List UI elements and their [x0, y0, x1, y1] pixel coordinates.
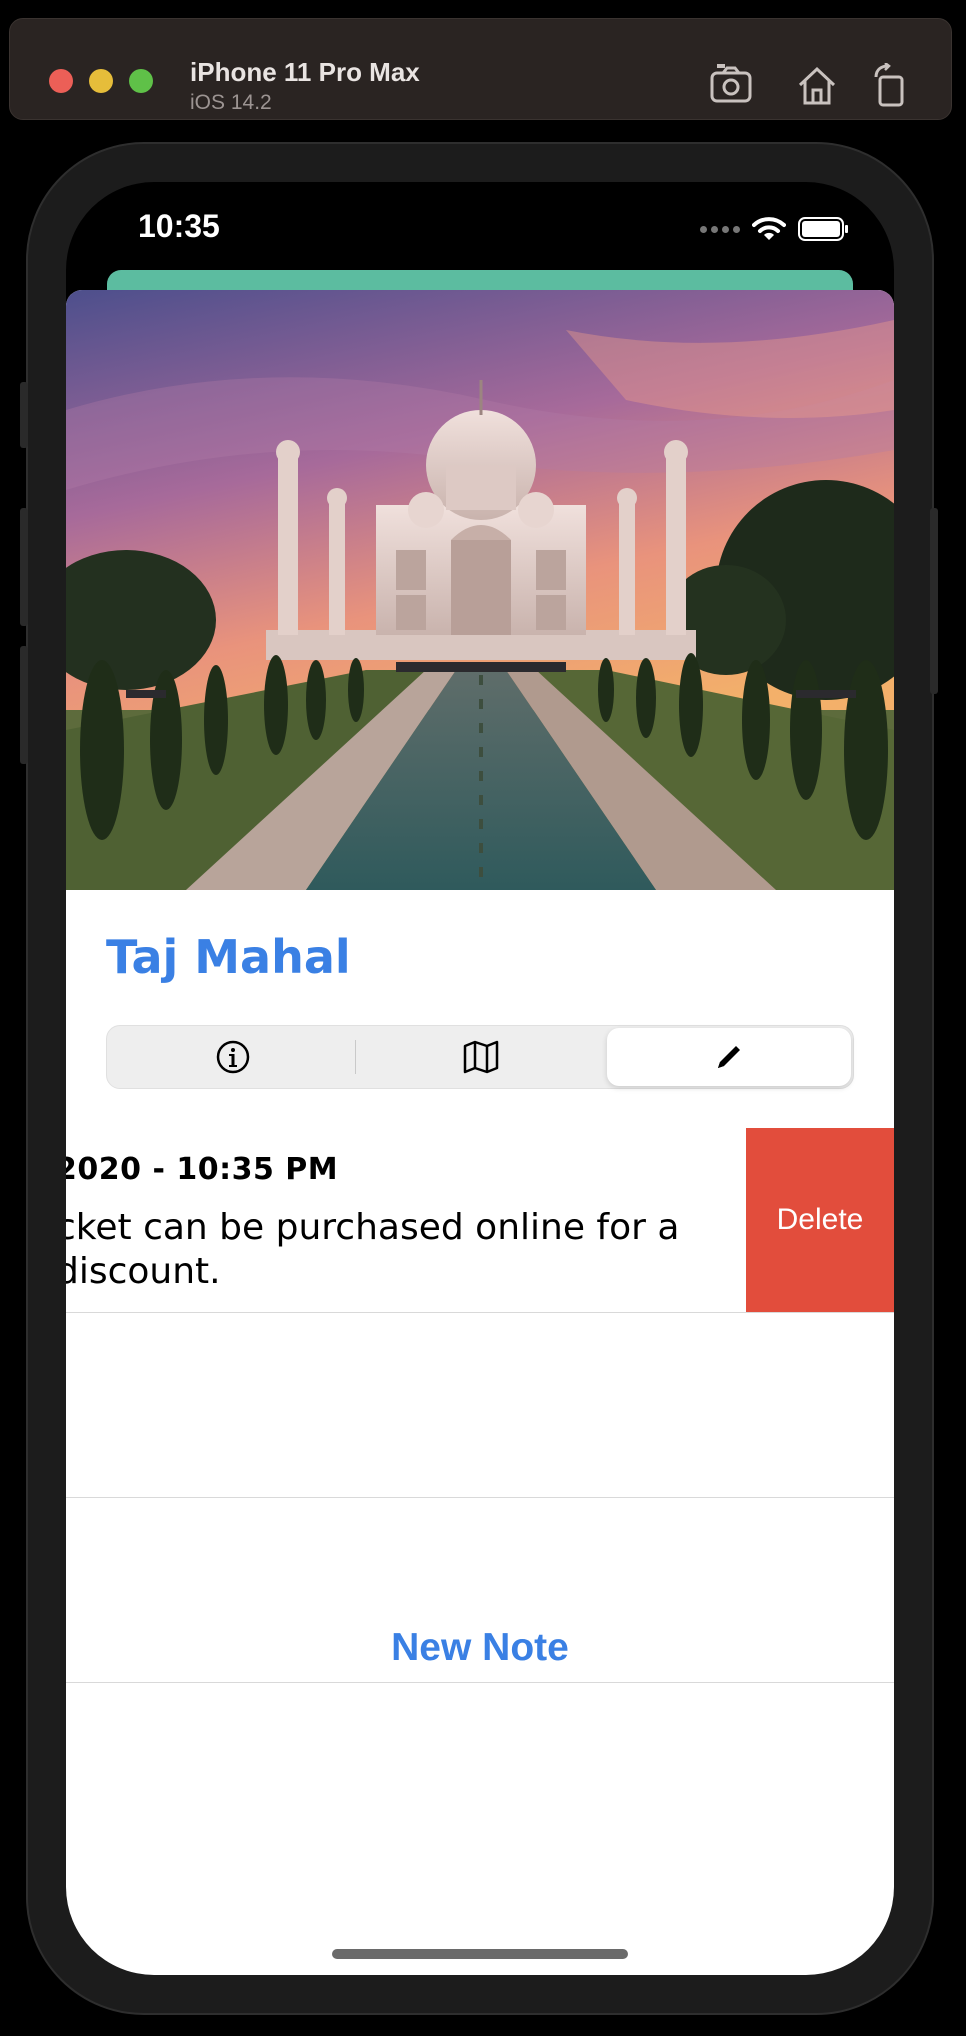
- note-row[interactable]: 2020 - 10:35 PM cket can be purchased on…: [66, 1128, 894, 1313]
- note-text: cket can be purchased online for a disco…: [66, 1206, 736, 1294]
- segment-divider: [355, 1040, 356, 1074]
- info-icon: [216, 1040, 250, 1074]
- note-content: 2020 - 10:35 PM cket can be purchased on…: [66, 1128, 836, 1312]
- screenshot-icon[interactable]: [708, 63, 754, 107]
- battery-icon: [798, 217, 848, 241]
- simulator-title-bar: iPhone 11 Pro Max iOS 14.2: [9, 18, 952, 120]
- simulator-os-version: iOS 14.2: [190, 91, 272, 114]
- power-button: [930, 508, 938, 694]
- signal-dots-icon: [700, 225, 740, 233]
- map-icon: [463, 1040, 499, 1074]
- note-date: 2020 - 10:35 PM: [66, 1152, 339, 1187]
- status-icons: [700, 214, 850, 244]
- minimize-window-button[interactable]: [89, 69, 113, 93]
- status-time: 10:35: [138, 208, 220, 244]
- pencil-icon: [718, 1046, 740, 1068]
- segmented-control: [106, 1025, 854, 1089]
- notch: [270, 182, 690, 242]
- mute-switch: [20, 382, 28, 448]
- home-icon[interactable]: [794, 63, 840, 107]
- new-note-button[interactable]: New Note: [66, 1626, 894, 1670]
- volume-up-button: [20, 508, 28, 626]
- notes-list: 2020 - 10:35 PM cket can be purchased on…: [66, 1128, 894, 1683]
- note-text-line: discount.: [66, 1251, 221, 1292]
- note-text-line: cket can be purchased online for a: [66, 1207, 680, 1248]
- segment-map[interactable]: [359, 1028, 603, 1086]
- segment-info[interactable]: [111, 1028, 355, 1086]
- close-window-button[interactable]: [49, 69, 73, 93]
- segment-notes[interactable]: [607, 1028, 851, 1086]
- home-indicator[interactable]: [332, 1949, 628, 1959]
- wifi-icon: [752, 217, 786, 240]
- delete-button[interactable]: Delete: [746, 1128, 894, 1312]
- place-detail-sheet: Taj Mahal 2020 - 10:35 PM cket can be pu…: [66, 290, 894, 1975]
- simulator-device-name: iPhone 11 Pro Max: [190, 57, 420, 87]
- zoom-window-button[interactable]: [129, 69, 153, 93]
- volume-down-button: [20, 646, 28, 764]
- taj-mahal-photo: [66, 290, 894, 890]
- phone-screen: 10:35 Taj Mahal 2020 - 10:35 PM cket can…: [66, 182, 894, 1975]
- rotate-icon[interactable]: [868, 62, 914, 107]
- empty-row: [66, 1313, 894, 1498]
- place-title: Taj Mahal: [106, 930, 351, 984]
